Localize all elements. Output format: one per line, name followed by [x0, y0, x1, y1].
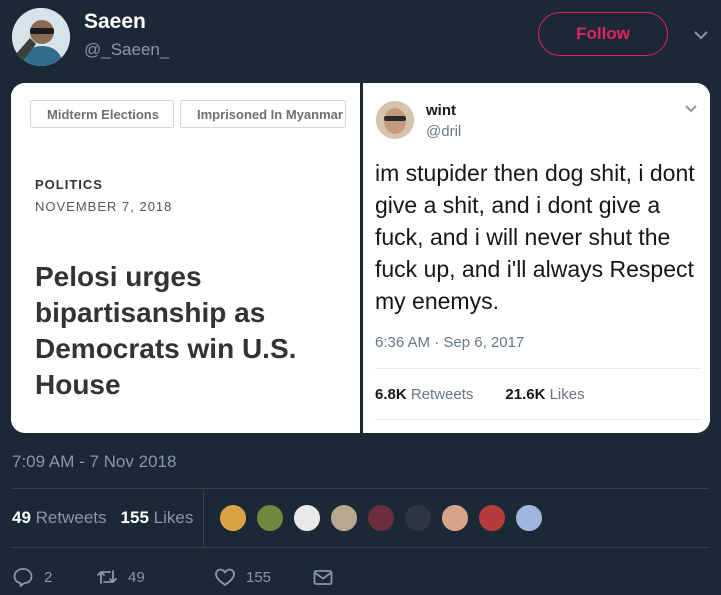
divider	[203, 490, 204, 547]
quoted-retweets: 6.8K Retweets	[375, 386, 474, 403]
user-avatar[interactable]	[12, 8, 70, 66]
tweet-stats: 49 Retweets 155 Likes	[12, 508, 193, 528]
tweet-media[interactable]: Midterm Elections Imprisoned In Myanmar …	[11, 83, 710, 433]
liker-avatar[interactable]	[218, 503, 248, 533]
quoted-likes: 21.6K Likes	[505, 386, 585, 403]
liker-avatar[interactable]	[366, 503, 396, 533]
quoted-avatar	[376, 101, 414, 139]
retweet-count: 49	[128, 568, 145, 586]
follow-button[interactable]: Follow	[538, 12, 668, 56]
liker-avatar[interactable]	[477, 503, 507, 533]
reply-count: 2	[44, 568, 53, 586]
retweet-icon	[97, 570, 117, 584]
user-name[interactable]: Saeen	[84, 10, 146, 34]
reply-button[interactable]: 2	[12, 566, 96, 588]
article-tag: Midterm Elections	[30, 100, 174, 128]
article-tag: Imprisoned In Myanmar	[180, 100, 346, 128]
quoted-time: 6:36 AM · Sep 6, 2017	[375, 334, 525, 351]
reply-icon	[13, 568, 33, 587]
envelope-icon	[313, 570, 333, 585]
chevron-down-icon	[685, 105, 697, 113]
divider	[12, 488, 709, 489]
quoted-text: im stupider then dog shit, i dont give a…	[375, 160, 695, 314]
quoted-name: wint	[426, 102, 456, 119]
action-bar: 2 49 155	[12, 566, 334, 588]
divider	[375, 419, 701, 420]
retweet-button[interactable]: 49	[96, 566, 214, 588]
article-headline: Pelosi urges bipartisanship as Democrats…	[35, 261, 297, 400]
divider	[12, 547, 709, 548]
liker-avatar[interactable]	[440, 503, 470, 533]
likes-count[interactable]: 155 Likes	[121, 508, 194, 528]
liker-avatar[interactable]	[403, 503, 433, 533]
like-button[interactable]: 155	[214, 566, 312, 588]
liker-avatar[interactable]	[514, 503, 544, 533]
article-screenshot: Midterm Elections Imprisoned In Myanmar …	[11, 83, 360, 433]
liker-avatar[interactable]	[292, 503, 322, 533]
article-section: POLITICS	[35, 177, 103, 192]
user-handle[interactable]: @_Saeen_	[84, 40, 169, 60]
heart-icon	[215, 568, 235, 586]
divider	[375, 368, 701, 369]
liker-avatar[interactable]	[329, 503, 359, 533]
like-count: 155	[246, 568, 272, 586]
article-date: NOVEMBER 7, 2018	[35, 199, 173, 214]
liker-avatar[interactable]	[255, 503, 285, 533]
chevron-down-icon[interactable]	[692, 28, 710, 42]
direct-message-button[interactable]	[312, 566, 334, 588]
liker-avatars	[218, 503, 544, 533]
quoted-handle: @dril	[426, 123, 462, 140]
tweet-timestamp[interactable]: 7:09 AM - 7 Nov 2018	[12, 452, 176, 472]
quoted-stats: 6.8K Retweets 21.6K Likes	[375, 386, 585, 403]
retweets-count[interactable]: 49 Retweets	[12, 508, 107, 528]
quoted-tweet-screenshot: wint @dril im stupider then dog shit, i …	[363, 83, 710, 433]
